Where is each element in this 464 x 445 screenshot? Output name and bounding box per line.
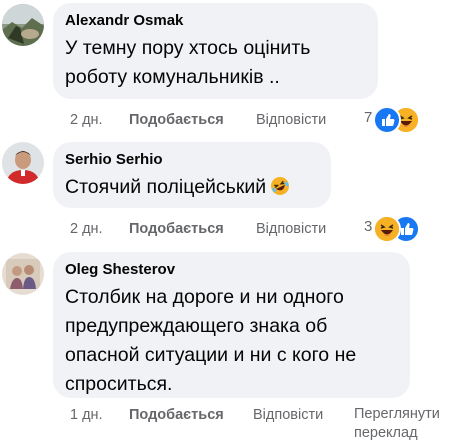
comment-author[interactable]: Oleg Shesterov — [65, 261, 398, 279]
comment-time-link[interactable]: 2 дн. — [70, 219, 103, 239]
comment-bubble: Alexandr Osmak У темну пору хтось оцінит… — [53, 3, 378, 99]
avatar[interactable] — [2, 253, 44, 295]
comment-author[interactable]: Serhio Serhio — [65, 151, 319, 169]
comment-bubble: Oleg Shesterov Столбик на дороге и ни од… — [53, 252, 410, 398]
like-reaction-icon — [373, 106, 401, 134]
comment-text: Столбик на дороге и ни одного предупрежд… — [65, 286, 357, 395]
comment-thread: Alexandr Osmak У темну пору хтось оцінит… — [0, 0, 464, 445]
comment-text-content: Стоячий поліцейський — [65, 176, 267, 198]
comment-text: Стоячий поліцейський — [65, 173, 319, 205]
haha-reaction-icon — [373, 215, 401, 243]
see-translation-link[interactable]: Переглянути переклад — [354, 405, 464, 443]
reaction-count: 3 — [364, 218, 373, 235]
avatar[interactable] — [2, 142, 44, 184]
like-button[interactable]: Подобається — [129, 219, 224, 239]
like-button[interactable]: Подобається — [129, 110, 224, 130]
reply-button[interactable]: Відповісти — [256, 110, 326, 130]
like-button[interactable]: Подобається — [129, 405, 224, 425]
comment-time-link[interactable]: 2 дн. — [70, 110, 103, 130]
reaction-count: 7 — [364, 109, 373, 126]
reply-button[interactable]: Відповісти — [253, 405, 323, 425]
reply-button[interactable]: Відповісти — [256, 219, 326, 239]
comment-author[interactable]: Alexandr Osmak — [65, 12, 366, 30]
comment-time-link[interactable]: 1 дн. — [70, 405, 103, 425]
reaction-summary[interactable]: 3 — [364, 215, 434, 243]
comment-text: У темну пору хтось оцінить роботу комуна… — [65, 37, 311, 88]
comment-bubble: Serhio Serhio Стоячий поліцейський — [53, 142, 331, 208]
avatar[interactable] — [2, 4, 44, 46]
rofl-emoji-icon — [270, 176, 290, 205]
reaction-summary[interactable]: 7 — [364, 106, 434, 134]
